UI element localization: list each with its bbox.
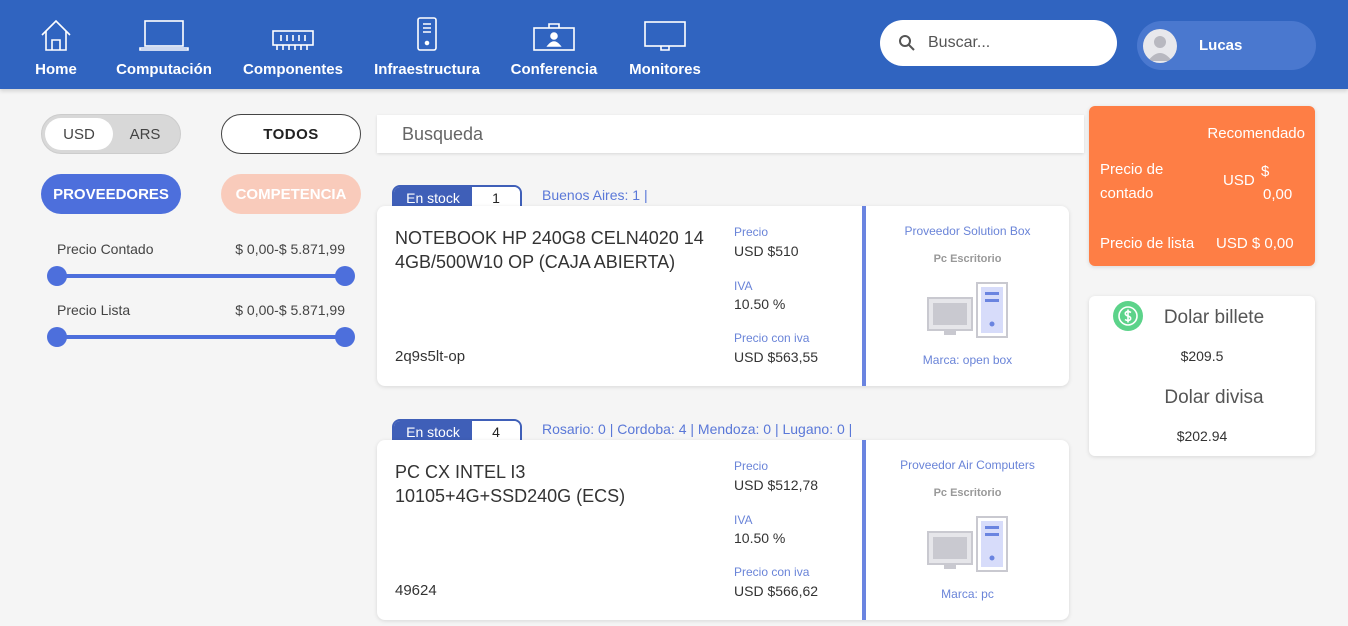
precio-value: USD $510 [734,243,799,259]
iva-value: 10.50 % [734,530,786,546]
dolar-panel: Dolar billete $209.5 Dolar divisa $202.9… [1089,296,1315,456]
product-name: NOTEBOOK HP 240G8 CELN4020 14 4GB/500W10… [395,228,704,272]
precio-lista-range: $ 0,00-$ 5.871,99 [235,302,345,318]
server-icon [415,0,439,52]
precio-lista-max-handle[interactable] [335,327,355,347]
search-input[interactable] [928,34,1098,52]
iva-label: IVA [734,513,753,527]
precio-contado-value: $ 0,00 [1261,160,1292,206]
precio-contado-amount: 0,00 [1263,186,1293,203]
product-name: PC CX INTEL I3 10105+4G+SSD240G (ECS) [395,462,626,506]
currency-ars-option[interactable]: ARS [111,118,179,150]
recomendado-panel: Recomendado Precio de contado USD $ 0,00… [1089,106,1315,266]
memory-icon [271,0,315,52]
product-category: Pc Escritorio [933,253,1002,265]
user-name: Lucas [1199,37,1243,54]
avatar [1143,28,1177,63]
precio-iva-value: USD $563,55 [734,349,819,365]
precio-value: USD $512,78 [734,477,819,493]
user-menu[interactable]: Lucas [1137,21,1316,70]
results-header: Busqueda [377,115,1084,153]
competencia-button[interactable]: COMPETENCIA [221,174,361,214]
recomendado-title: Recomendado [1207,125,1305,142]
precio-contado-max-handle[interactable] [335,266,355,286]
dolar-billete-label: Dolar billete [1163,307,1265,328]
desktop-pc-icon [927,282,1009,345]
stock-label: En stock [394,421,472,441]
projector-icon [532,0,576,52]
product-card[interactable]: PC CX INTEL I3 10105+4G+SSD240G (ECS) 49… [377,440,1069,620]
precio-contado-label: Precio Contado [57,241,154,257]
dolar-billete-value: $209.5 [1180,348,1224,364]
precio-lista-min-handle[interactable] [47,327,67,347]
product-code: 2q9s5lt-op [395,348,466,365]
product-brand: Marca: pc [941,587,994,601]
nav-home[interactable]: Home [34,0,78,89]
precio-lista-slider[interactable] [57,335,345,339]
laptop-icon [139,0,189,52]
nav-monitores[interactable]: Monitores [627,0,703,89]
home-icon [39,0,73,52]
nav-computacion[interactable]: Computación [115,0,213,89]
search-icon [899,35,915,51]
precio-contado-symbol: $ [1261,163,1270,180]
stock-count: 4 [472,421,520,441]
nav-monitores-label: Monitores [629,61,701,78]
precio-contado-slider[interactable] [57,274,345,278]
precio-iva-label: Precio con iva [734,565,810,579]
nav-componentes-label: Componentes [242,61,343,78]
currency-usd-option[interactable]: USD [45,118,113,150]
product-brand: Marca: open box [922,353,1013,367]
currency-toggle: USD ARS [41,114,181,154]
precio-lista-value: USD $ 0,00 [1216,235,1294,252]
nav-componentes[interactable]: Componentes [242,0,344,89]
precio-contado-min-handle[interactable] [47,266,67,286]
product-card[interactable]: NOTEBOOK HP 240G8 CELN4020 14 4GB/500W10… [377,206,1069,386]
dolar-divisa-value: $202.94 [1176,428,1228,444]
stock-locations: Rosario: 0 | Cordoba: 4 | Mendoza: 0 | L… [542,421,853,437]
search-box[interactable] [880,20,1117,66]
nav-conferencia-label: Conferencia [510,61,598,78]
nav-infraestructura[interactable]: Infraestructura [373,0,481,89]
proveedor-name: Proveedor Air Computers [900,458,1035,472]
nav-computacion-label: Computación [116,61,212,78]
todos-button[interactable]: TODOS [221,114,361,154]
product-category: Pc Escritorio [933,487,1002,499]
stock-label: En stock [394,187,472,207]
precio-iva-value: USD $566,62 [734,583,819,599]
top-navbar: Home Computación Componentes Infraestruc… [0,0,1348,89]
iva-value: 10.50 % [734,296,786,312]
proveedor-name: Proveedor Solution Box [904,224,1031,238]
nav-home-label: Home [35,61,77,78]
precio-contado-currency: USD [1223,172,1255,189]
dolar-divisa-label: Dolar divisa [1164,387,1264,408]
precio-label: Precio [734,225,769,239]
stock-tab: En stock 1 [392,185,522,207]
stock-count: 1 [472,187,520,207]
stock-tab: En stock 4 [392,419,522,441]
precio-lista-label: Precio Lista [57,302,131,318]
precio-iva-label: Precio con iva [734,331,810,345]
iva-label: IVA [734,279,753,293]
desktop-pc-icon [927,516,1009,579]
stock-locations: Buenos Aires: 1 | [542,187,648,203]
precio-contado-range: $ 0,00-$ 5.871,99 [235,241,345,257]
precio-contado-label: Precio de contado [1100,161,1164,202]
proveedores-button[interactable]: PROVEEDORES [41,174,181,214]
nav-conferencia[interactable]: Conferencia [510,0,598,89]
precio-label: Precio [734,459,769,473]
product-code: 49624 [395,582,437,599]
nav-infraestructura-label: Infraestructura [374,61,480,78]
precio-lista-label: Precio de lista [1100,235,1195,252]
monitor-icon [643,0,687,52]
